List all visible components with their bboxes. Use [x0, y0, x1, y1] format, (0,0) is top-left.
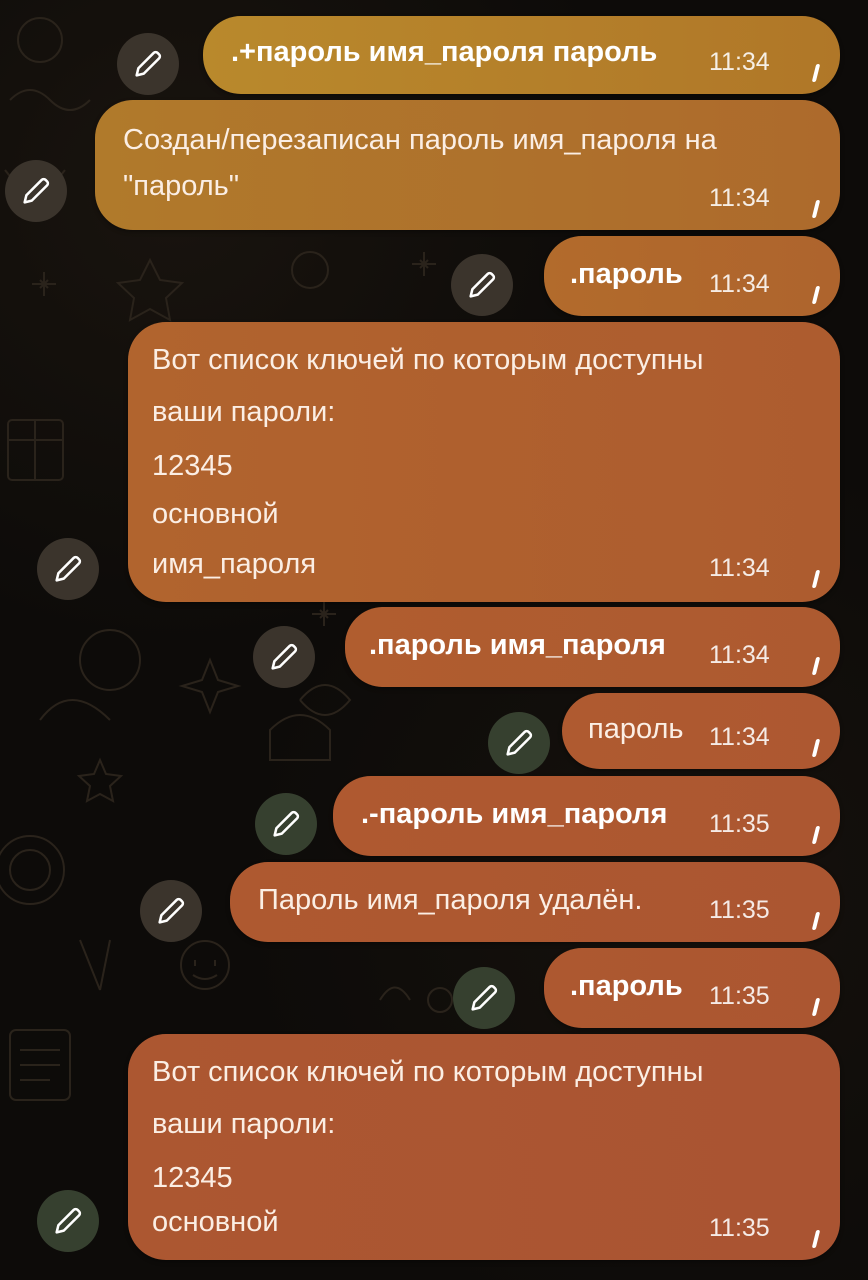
message-text-line: основной	[152, 498, 279, 530]
message-text: .+пароль имя_пароля пароль	[231, 36, 658, 68]
edit-message-button[interactable]	[453, 967, 515, 1029]
message-text-line: Создан/перезаписан пароль имя_пароля на	[123, 124, 717, 156]
message-bubble[interactable]: .пароль 11:35	[544, 948, 840, 1028]
message-text-line: "пароль"	[123, 170, 240, 202]
edit-message-button[interactable]	[37, 538, 99, 600]
pencil-icon	[506, 729, 533, 756]
message-text: пароль	[588, 713, 684, 745]
message-time: 11:34	[709, 554, 770, 582]
sent-tick-icon	[811, 1230, 821, 1248]
message-text-line: ваши пароли:	[152, 396, 336, 428]
message-text-line: Вот список ключей по которым доступны	[152, 344, 704, 376]
message-bubble[interactable]: .-пароль имя_пароля 11:35	[333, 776, 840, 856]
message-time: 11:35	[709, 810, 770, 838]
edit-message-button[interactable]	[253, 626, 315, 688]
message-text-line: основной	[152, 1206, 279, 1238]
chat-view[interactable]: .+пароль имя_пароля пароль 11:34 Создан/…	[0, 0, 868, 1280]
message-time: 11:34	[709, 723, 770, 751]
message-text-line: ваши пароли:	[152, 1108, 336, 1140]
message-text: .пароль	[570, 970, 683, 1002]
pencil-icon	[271, 643, 298, 670]
message-text-line: имя_пароля	[152, 548, 317, 580]
sent-tick-icon	[811, 64, 821, 82]
message-bubble[interactable]: Создан/перезаписан пароль имя_пароля на …	[95, 100, 840, 230]
message-bubble[interactable]: .+пароль имя_пароля пароль 11:34	[203, 16, 840, 94]
message-text-line: 12345	[152, 1162, 233, 1194]
pencil-icon	[469, 271, 496, 298]
message-text: .пароль имя_пароля	[369, 629, 666, 661]
edit-message-button[interactable]	[255, 793, 317, 855]
message-time: 11:34	[709, 270, 770, 298]
edit-message-button[interactable]	[37, 1190, 99, 1252]
pencil-icon	[55, 555, 82, 582]
message-text: .-пароль имя_пароля	[361, 798, 668, 830]
edit-message-button[interactable]	[117, 33, 179, 95]
message-time: 11:35	[709, 982, 770, 1010]
sent-tick-icon	[811, 826, 821, 844]
message-text-line: Вот список ключей по которым доступны	[152, 1056, 704, 1088]
message-time: 11:35	[709, 1214, 770, 1242]
sent-tick-icon	[811, 657, 821, 675]
message-time: 11:34	[709, 48, 770, 76]
pencil-icon	[471, 984, 498, 1011]
message-bubble[interactable]: Пароль имя_пароля удалён. 11:35	[230, 862, 840, 942]
message-bubble[interactable]: .пароль 11:34	[544, 236, 840, 316]
edit-message-button[interactable]	[5, 160, 67, 222]
edit-message-button[interactable]	[451, 254, 513, 316]
sent-tick-icon	[811, 286, 821, 304]
message-bubble[interactable]: Вот список ключей по которым доступны ва…	[128, 322, 840, 602]
message-text: Пароль имя_пароля удалён.	[258, 884, 643, 916]
edit-message-button[interactable]	[140, 880, 202, 942]
sent-tick-icon	[811, 998, 821, 1016]
pencil-icon	[55, 1207, 82, 1234]
sent-tick-icon	[811, 739, 821, 757]
message-bubble[interactable]: Вот список ключей по которым доступны ва…	[128, 1034, 840, 1260]
sent-tick-icon	[811, 912, 821, 930]
message-time: 11:35	[709, 896, 770, 924]
message-text: .пароль	[570, 258, 683, 290]
edit-message-button[interactable]	[488, 712, 550, 774]
message-time: 11:34	[709, 641, 770, 669]
message-bubble[interactable]: пароль 11:34	[562, 693, 840, 769]
message-time: 11:34	[709, 184, 770, 212]
pencil-icon	[158, 897, 185, 924]
message-text-line: 12345	[152, 450, 233, 482]
pencil-icon	[273, 810, 300, 837]
pencil-icon	[23, 177, 50, 204]
sent-tick-icon	[811, 200, 821, 218]
message-bubble[interactable]: .пароль имя_пароля 11:34	[345, 607, 840, 687]
sent-tick-icon	[811, 570, 821, 588]
pencil-icon	[135, 50, 162, 77]
